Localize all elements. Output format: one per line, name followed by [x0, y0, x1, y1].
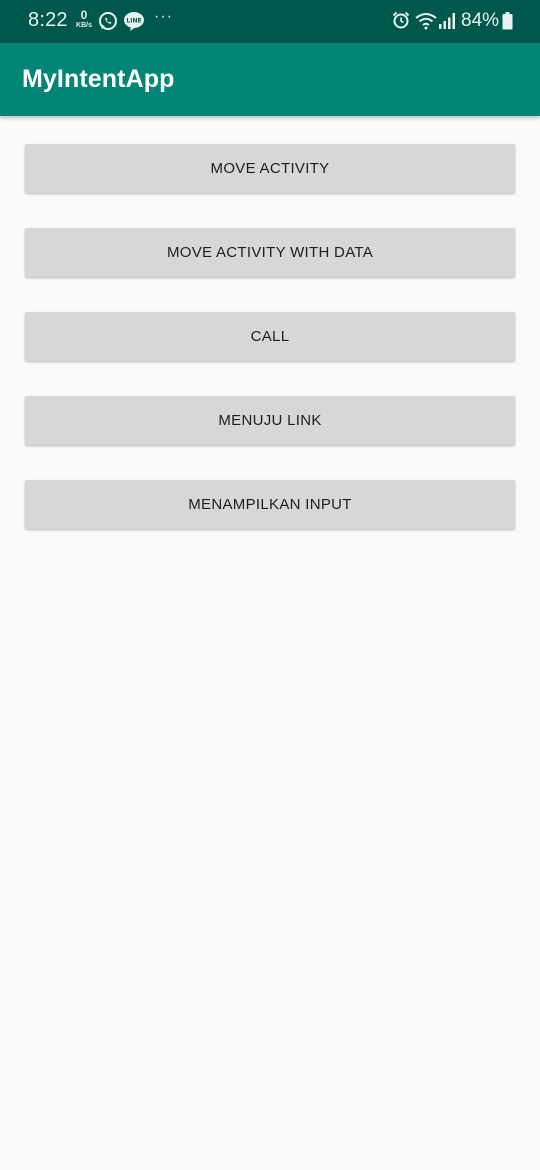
menampilkan-input-button[interactable]: MENAMPILKAN INPUT	[25, 480, 515, 529]
move-activity-button[interactable]: MOVE ACTIVITY	[25, 144, 515, 193]
alarm-icon	[392, 11, 410, 34]
wifi-icon	[415, 12, 437, 35]
net-speed-unit: KB/s	[76, 22, 92, 29]
app-bar: MyIntentApp	[0, 43, 540, 116]
move-activity-with-data-button[interactable]: MOVE ACTIVITY WITH DATA	[25, 228, 515, 277]
menuju-link-button[interactable]: MENUJU LINK	[25, 396, 515, 445]
call-button[interactable]: CALL	[25, 312, 515, 361]
battery-icon	[502, 12, 513, 35]
battery-percentage: 84%	[461, 10, 500, 31]
status-bar: 8:22 0 KB/s LINE ··· 84%	[0, 0, 540, 43]
app-title: MyIntentApp	[22, 65, 175, 93]
status-time: 8:22	[28, 9, 68, 31]
whatsapp-icon	[98, 11, 118, 36]
line-icon: LINE	[123, 11, 145, 36]
net-speed-indicator: 0 KB/s	[73, 9, 95, 29]
more-notifications: ···	[154, 8, 173, 25]
svg-text:LINE: LINE	[126, 18, 141, 25]
signal-icon	[438, 13, 456, 34]
net-speed-value: 0	[80, 8, 88, 22]
